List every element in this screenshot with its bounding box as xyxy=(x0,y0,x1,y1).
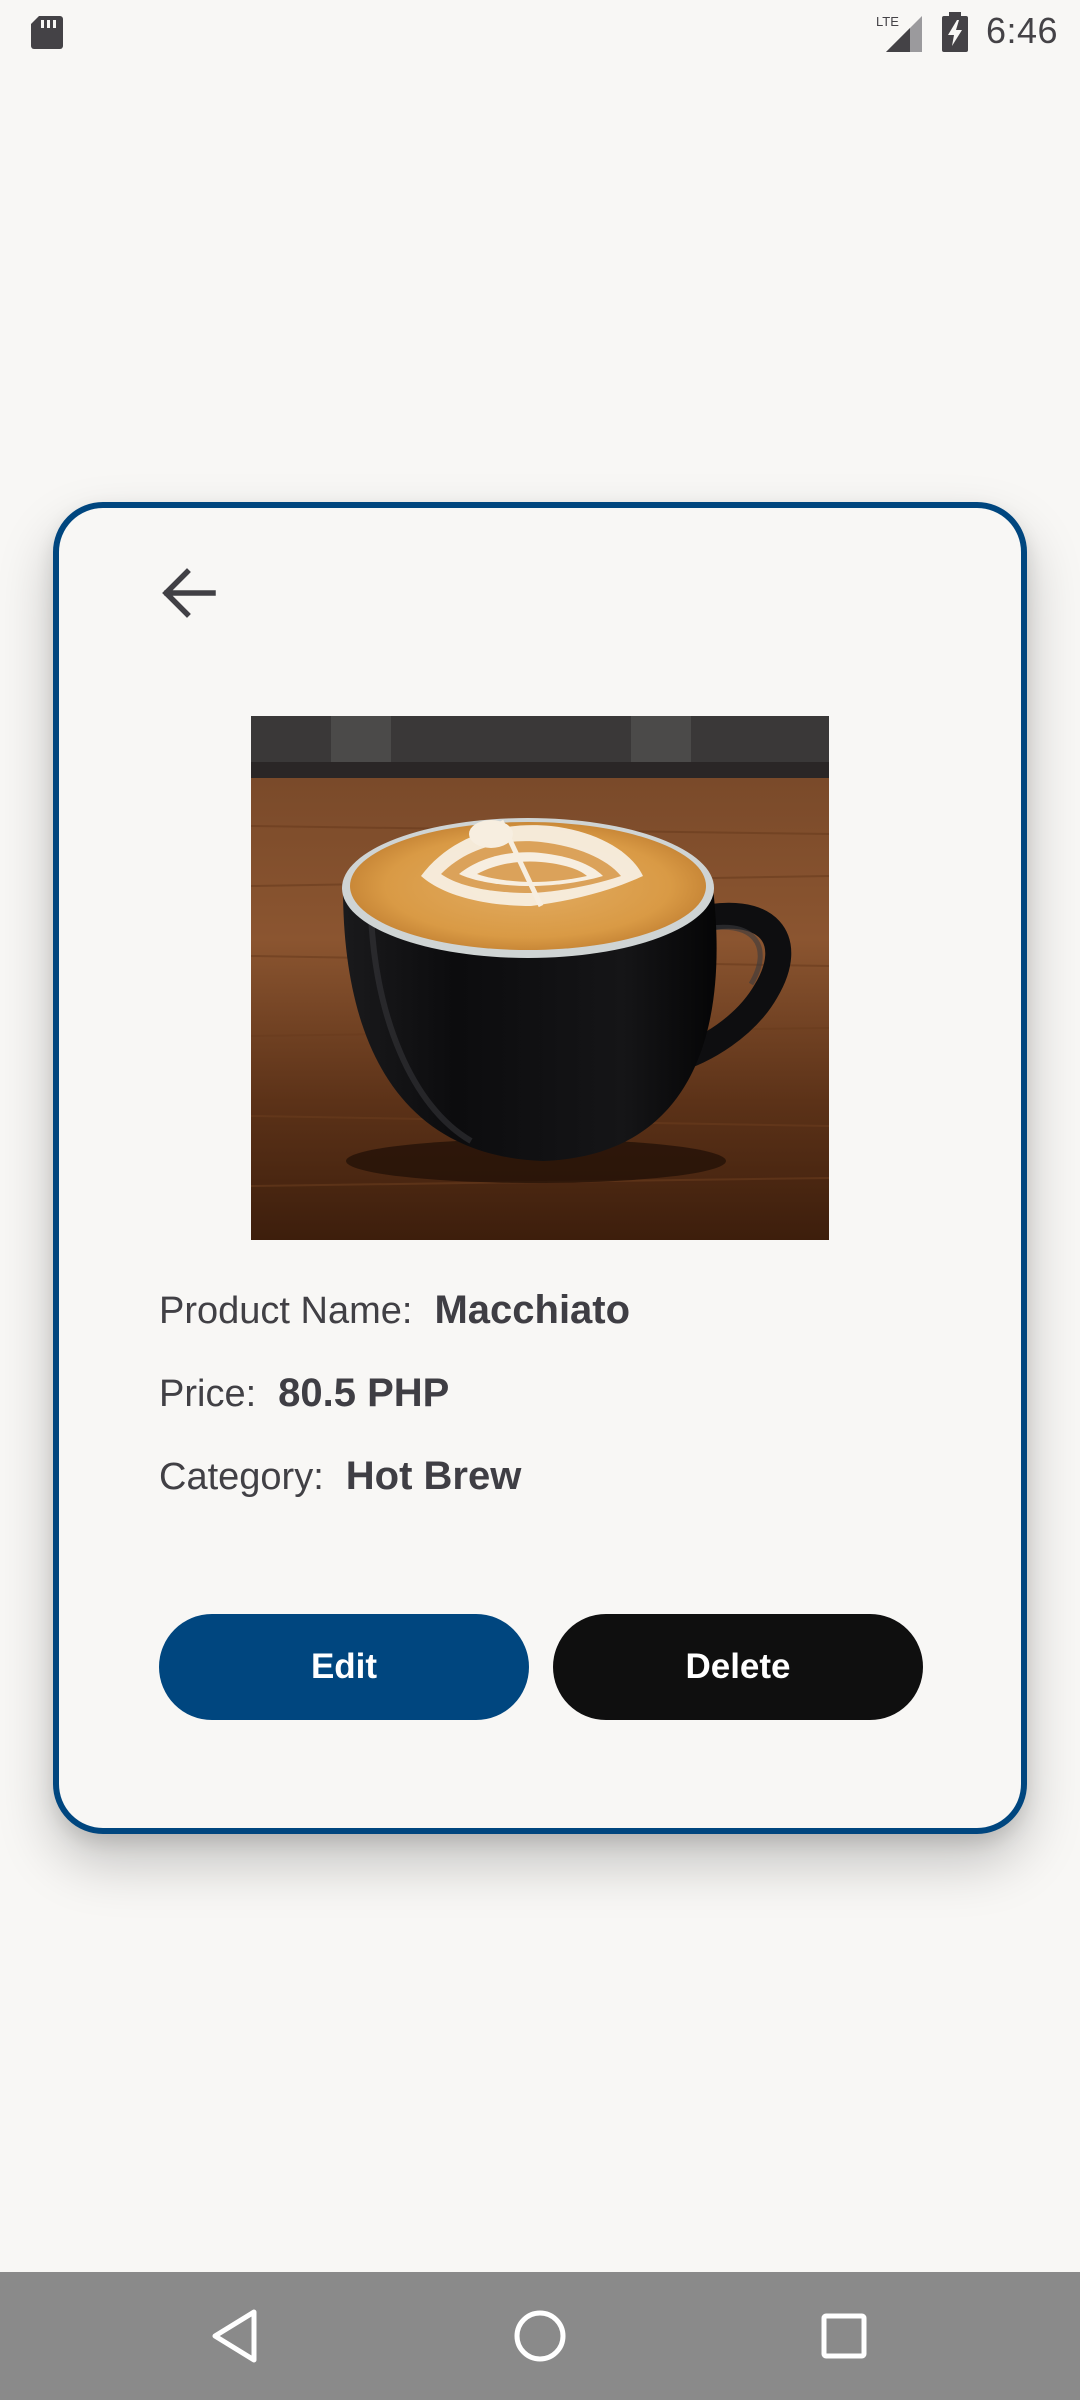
delete-button[interactable]: Delete xyxy=(553,1614,923,1720)
category-value: Hot Brew xyxy=(345,1454,522,1498)
product-name-label: Product Name: xyxy=(159,1290,413,1332)
product-name-value: Macchiato xyxy=(434,1288,631,1332)
coffee-cup-image xyxy=(251,716,829,1240)
price-value: 80.5 PHP xyxy=(278,1371,450,1415)
product-card: Product Name: Macchiato Price: 80.5 PHP Ca… xyxy=(53,502,1027,1834)
back-button[interactable] xyxy=(143,548,233,638)
screen: LTE 6:46 Product Name: Macchiato Price: … xyxy=(0,0,1080,2400)
lte-signal-icon: LTE xyxy=(876,14,922,52)
nav-back-icon[interactable] xyxy=(198,2298,274,2374)
edit-button[interactable]: Edit xyxy=(159,1614,529,1720)
status-bar: LTE 6:46 xyxy=(0,0,1080,66)
battery-charging-icon xyxy=(942,12,968,52)
product-name-row: Product Name: Macchiato xyxy=(159,1288,630,1333)
navigation-bar xyxy=(0,2272,1080,2400)
lte-label: LTE xyxy=(876,14,899,29)
category-row: Category: Hot Brew xyxy=(159,1454,521,1499)
price-row: Price: 80.5 PHP xyxy=(159,1371,449,1416)
price-label: Price: xyxy=(159,1373,257,1415)
arrow-left-icon xyxy=(162,568,216,618)
sd-card-icon xyxy=(31,16,63,49)
nav-home-icon[interactable] xyxy=(502,2298,578,2374)
status-time: 6:46 xyxy=(986,10,1059,51)
product-image xyxy=(251,716,829,1240)
category-label: Category: xyxy=(159,1456,324,1498)
nav-recents-icon[interactable] xyxy=(806,2298,882,2374)
